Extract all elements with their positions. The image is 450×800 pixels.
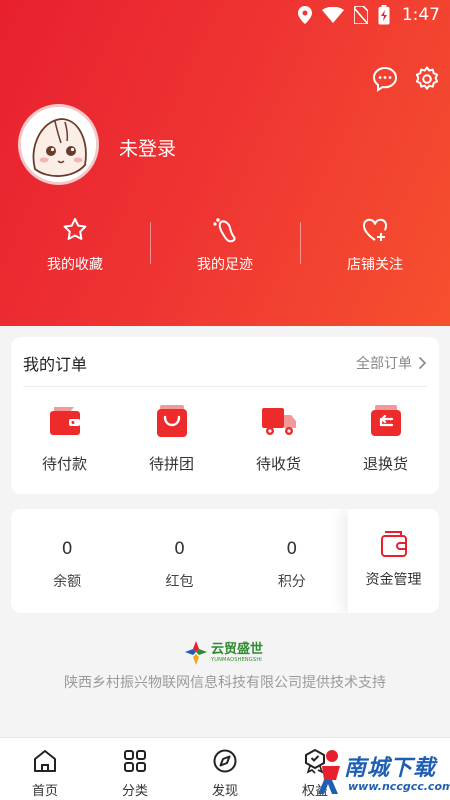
tech-support-text: 陕西乡村振兴物联网信息科技有限公司提供技术支持 xyxy=(64,675,386,691)
all-orders-link[interactable]: 全部订单 xyxy=(356,353,427,373)
divider xyxy=(300,222,301,264)
quick-link-footprints[interactable]: 我的足迹 xyxy=(150,216,300,276)
orders-card: 我的订单 全部订单 待付款 待拼团 待收货 退换货 xyxy=(11,337,439,494)
order-status-label: 退换货 xyxy=(362,455,408,473)
wallet-outline-icon xyxy=(380,531,407,557)
avatar-cartoon-icon xyxy=(21,107,96,182)
login-status-text[interactable]: 未登录 xyxy=(119,134,176,161)
settings-icon[interactable] xyxy=(414,66,440,92)
quick-links: 我的收藏 我的足迹 店铺关注 xyxy=(0,216,450,276)
order-returns[interactable]: 退换货 xyxy=(332,403,439,474)
star-icon xyxy=(63,218,87,240)
battery-charging-icon xyxy=(378,5,390,25)
header-actions xyxy=(372,66,440,92)
tab-discover[interactable]: 发现 xyxy=(180,738,270,800)
logo-chinese-text: 云贸盛世 xyxy=(211,641,264,657)
fund-management-button[interactable]: 资金管理 xyxy=(348,509,439,613)
no-sim-icon xyxy=(353,6,368,24)
assets-card: 0 余额 0 红包 0 积分 资金管理 xyxy=(11,509,439,613)
order-pending-receipt[interactable]: 待收货 xyxy=(225,403,332,474)
fund-management-label: 资金管理 xyxy=(365,572,422,588)
footprint-icon xyxy=(213,218,236,243)
asset-label: 余额 xyxy=(53,574,82,590)
home-icon xyxy=(34,750,56,772)
order-status-row: 待付款 待拼团 待收货 退换货 xyxy=(11,403,439,474)
wifi-icon xyxy=(321,7,344,23)
quick-link-favorites[interactable]: 我的收藏 xyxy=(0,216,150,276)
tab-categories[interactable]: 分类 xyxy=(90,738,180,800)
asset-value: 0 xyxy=(286,539,298,559)
status-icons: 1:47 xyxy=(297,5,440,25)
asset-label: 积分 xyxy=(277,574,306,590)
asset-row: 0 余额 0 红包 0 积分 xyxy=(11,539,348,591)
grid-icon xyxy=(124,750,146,772)
watermark-title: 南城下载 xyxy=(344,756,437,781)
order-pending-payment[interactable]: 待付款 xyxy=(11,403,118,474)
tab-home[interactable]: 首页 xyxy=(0,738,90,800)
order-status-label: 待拼团 xyxy=(148,455,194,473)
location-icon xyxy=(297,6,312,24)
watermark-url: www.nccgcc.com xyxy=(348,780,450,793)
asset-balance[interactable]: 0 余额 xyxy=(11,539,123,591)
logo-mark-icon xyxy=(185,641,207,665)
status-bar: 1:47 xyxy=(0,0,450,32)
status-time: 1:47 xyxy=(401,5,440,25)
watermark-figure-icon xyxy=(318,750,340,794)
orders-header: 我的订单 全部订单 xyxy=(23,351,427,387)
heart-plus-icon xyxy=(362,218,388,241)
return-icon xyxy=(370,405,401,436)
avatar[interactable] xyxy=(18,104,99,185)
asset-red-packets[interactable]: 0 红包 xyxy=(123,539,235,591)
order-status-label: 待收货 xyxy=(255,455,301,473)
quick-link-label: 我的足迹 xyxy=(197,257,253,273)
chevron-right-icon xyxy=(418,356,427,370)
asset-points[interactable]: 0 积分 xyxy=(236,539,348,591)
order-status-label: 待付款 xyxy=(41,455,87,473)
all-orders-label: 全部订单 xyxy=(356,356,412,372)
profile-header: 1:47 未登录 我的收藏 我的足迹 店铺关注 xyxy=(0,0,450,326)
order-pending-group[interactable]: 待拼团 xyxy=(118,403,225,474)
brand-logo: 云贸盛世 YUNMAOSHENGSHI xyxy=(184,638,270,668)
tab-label: 发现 xyxy=(211,784,238,799)
quick-link-followed-shops[interactable]: 店铺关注 xyxy=(300,216,450,276)
quick-link-label: 我的收藏 xyxy=(47,257,103,273)
tab-label: 分类 xyxy=(121,784,148,799)
message-icon[interactable] xyxy=(372,66,398,92)
divider xyxy=(150,222,151,264)
tab-label: 首页 xyxy=(31,784,58,799)
watermark: 南城下载 www.nccgcc.com xyxy=(314,748,450,798)
asset-label: 红包 xyxy=(165,574,194,590)
quick-link-label: 店铺关注 xyxy=(347,257,403,273)
wallet-icon xyxy=(49,407,80,435)
shopping-bag-icon xyxy=(156,405,187,437)
asset-value: 0 xyxy=(61,539,73,559)
compass-icon xyxy=(213,749,237,773)
truck-icon xyxy=(261,408,296,435)
orders-title: 我的订单 xyxy=(23,355,88,374)
logo-english-text: YUNMAOSHENGSHI xyxy=(211,656,262,663)
asset-value: 0 xyxy=(174,539,185,559)
